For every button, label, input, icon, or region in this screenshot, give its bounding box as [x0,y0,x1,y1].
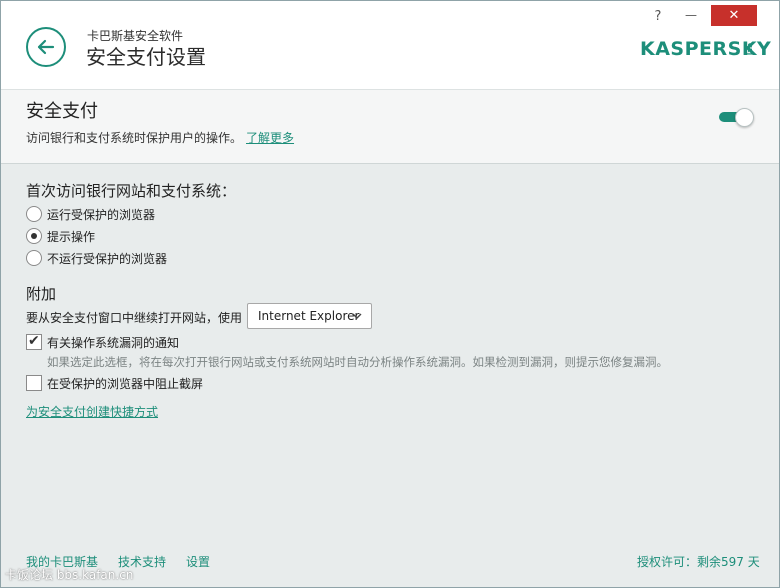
block-screenshot-checkbox[interactable] [26,375,42,391]
app-window: 卡巴斯基安全软件 安全支付设置 ? — ✕ KASPERSKY lab 安全支付… [0,0,780,588]
feature-description-text: 访问银行和支付系统时保护用户的操作。 [26,131,243,145]
vuln-notify-label: 有关操作系统漏洞的通知 [47,335,180,350]
back-button[interactable] [26,27,66,67]
radio-do-not-run-protected-browser[interactable]: 不运行受保护的浏览器 [26,249,167,267]
radio-label: 不运行受保护的浏览器 [47,251,168,266]
create-shortcut-link[interactable]: 为安全支付创建快捷方式 [26,403,158,420]
forum-watermark: 卡饭论坛 bbs.kafan.cn [5,568,134,582]
close-button[interactable]: ✕ [711,5,757,26]
block-screenshot-checkbox-row[interactable]: 在受保护的浏览器中阻止截屏 [26,374,203,392]
license-status[interactable]: 授权许可：剩余597 天 [637,553,760,570]
learn-more-link[interactable]: 了解更多 [246,131,294,145]
browser-select[interactable]: Internet Explorer [247,303,372,329]
radio-button[interactable] [26,250,42,266]
vuln-notify-hint: 如果选定此选框，将在每次打开银行网站或支付系统网站时自动分析操作系统漏洞。如果检… [47,355,668,369]
header: 卡巴斯基安全软件 安全支付设置 ? — ✕ KASPERSKY lab [1,1,779,89]
feature-panel: 安全支付 访问银行和支付系统时保护用户的操作。 了解更多 [1,89,779,164]
page-title: 安全支付设置 [86,45,206,69]
radio-prompt-action[interactable]: 提示操作 [26,227,95,245]
safe-money-toggle[interactable] [719,108,755,128]
browser-select-value: Internet Explorer [258,309,360,323]
additional-heading: 附加 [26,285,57,303]
footer-settings-link[interactable]: 设置 [186,553,210,570]
checkmark-icon: ✔ [28,333,40,349]
arrow-left-icon [37,39,55,55]
help-button[interactable]: ? [647,8,669,26]
toggle-knob [735,108,754,127]
feature-title: 安全支付 [26,101,98,122]
radio-label: 运行受保护的浏览器 [47,207,156,222]
minimize-button[interactable]: — [680,7,702,25]
vuln-notify-checkbox[interactable]: ✔ [26,333,42,350]
kaspersky-logo-lab: lab [746,43,754,56]
vuln-notify-checkbox-row[interactable]: ✔ 有关操作系统漏洞的通知 [26,333,179,351]
feature-description: 访问银行和支付系统时保护用户的操作。 了解更多 [26,130,294,146]
radio-label: 提示操作 [47,229,96,244]
radio-button[interactable] [26,228,42,244]
app-name: 卡巴斯基安全软件 [87,29,184,43]
continue-browser-label: 要从安全支付窗口中继续打开网站，使用 [26,311,243,325]
radio-button[interactable] [26,206,42,222]
radio-run-protected-browser[interactable]: 运行受保护的浏览器 [26,205,155,223]
first-visit-heading: 首次访问银行网站和支付系统： [26,182,237,200]
block-screenshot-label: 在受保护的浏览器中阻止截屏 [47,376,204,391]
chevron-down-icon [352,304,362,337]
